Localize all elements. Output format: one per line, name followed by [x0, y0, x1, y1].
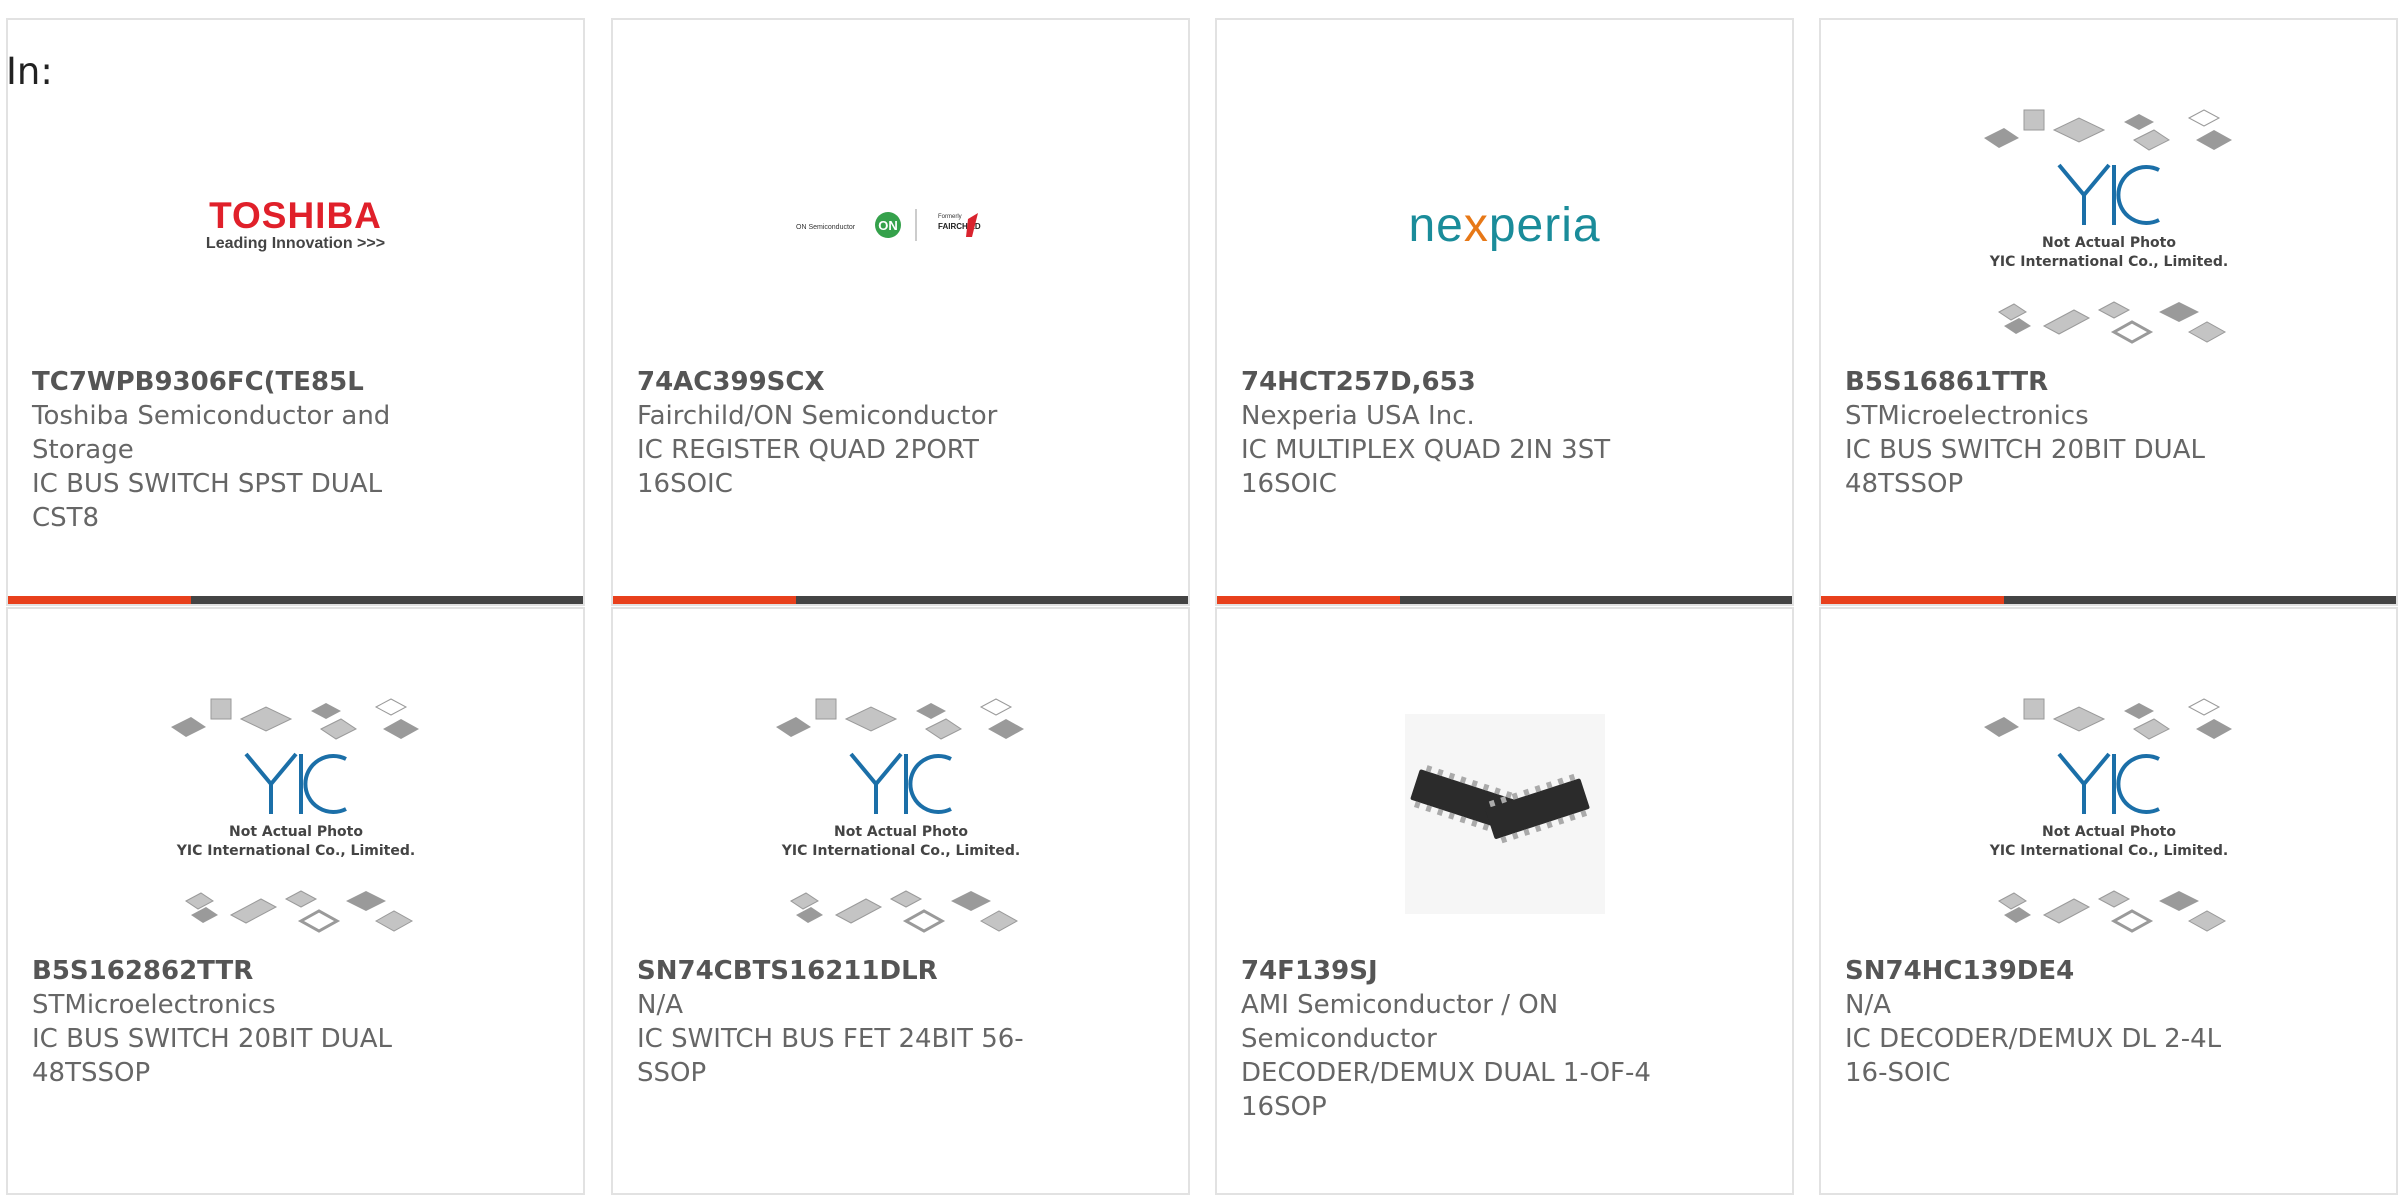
svg-text:Not Actual Photo: Not Actual Photo: [834, 824, 968, 840]
description: IC BUS SWITCH 20BIT DUAL 48TSSOP: [1845, 435, 2205, 499]
part-number[interactable]: B5S16861TTR: [1845, 365, 2265, 399]
product-card[interactable]: Not Actual Photo YIC International Co., L…: [6, 607, 585, 1195]
card-bar: [613, 596, 1188, 604]
description: IC REGISTER QUAD 2PORT 16SOIC: [637, 435, 979, 499]
manufacturer: STMicroelectronics: [1845, 401, 2089, 431]
part-number[interactable]: TC7WPB9306FC(TE85L: [32, 365, 452, 399]
card-bar: [8, 596, 583, 604]
manufacturer: AMI Semiconductor / ON Semiconductor: [1241, 990, 1559, 1054]
svg-text:Not Actual Photo: Not Actual Photo: [2042, 235, 2176, 251]
placeholder-image: Not Actual Photo YIC International Co., L…: [1983, 109, 2232, 344]
description: DECODER/DEMUX DUAL 1-OF-4 16SOP: [1241, 1058, 1651, 1122]
description: IC BUS SWITCH SPST DUAL CST8: [32, 469, 383, 533]
part-number[interactable]: B5S162862TTR: [32, 954, 452, 988]
product-card[interactable]: Not Actual Photo YIC International Co., L…: [1819, 18, 2398, 606]
manufacturer: STMicroelectronics: [32, 990, 276, 1020]
part-number[interactable]: 74F139SJ: [1241, 954, 1661, 988]
svg-text:YIC International Co., Limited: YIC International Co., Limited.: [1988, 254, 2227, 270]
description: IC DECODER/DEMUX DL 2-4L 16-SOIC: [1845, 1024, 2222, 1088]
in-label: In:: [6, 50, 53, 93]
svg-text:YIC International Co., Limited: YIC International Co., Limited.: [780, 843, 1019, 859]
product-card[interactable]: TOSHIBA Leading Innovation >>> TC7WPB930…: [6, 18, 585, 606]
description: IC SWITCH BUS FET 24BIT 56-SSOP: [637, 1024, 1024, 1088]
product-image[interactable]: ON Semiconductor ON Formerly FAIRCHILD: [613, 90, 1188, 360]
product-image[interactable]: [1217, 679, 1792, 949]
part-number[interactable]: SN74CBTS16211DLR: [637, 954, 1057, 988]
placeholder-image: Not Actual Photo YIC International Co., L…: [170, 698, 419, 933]
product-card[interactable]: 74F139SJ AMI Semiconductor / ON Semicond…: [1215, 607, 1794, 1195]
toshiba-logo: TOSHIBA Leading Innovation >>>: [205, 195, 386, 253]
product-image[interactable]: Not Actual Photo YIC International Co., L…: [1821, 679, 2396, 949]
product-image[interactable]: TOSHIBA Leading Innovation >>>: [8, 90, 583, 360]
manufacturer: Fairchild/ON Semiconductor: [637, 401, 998, 431]
product-image[interactable]: Not Actual Photo YIC International Co., L…: [613, 679, 1188, 949]
placeholder-image: Not Actual Photo YIC International Co., L…: [775, 698, 1024, 933]
card-bar: [1217, 596, 1792, 604]
product-card[interactable]: Not Actual Photo YIC International Co., L…: [611, 607, 1190, 1195]
svg-text:Not Actual Photo: Not Actual Photo: [2042, 824, 2176, 840]
svg-text:ON: ON: [878, 218, 898, 233]
part-number[interactable]: 74HCT257D,653: [1241, 365, 1661, 399]
manufacturer: Toshiba Semiconductor and Storage: [32, 401, 391, 465]
manufacturer: N/A: [1845, 990, 1891, 1020]
part-number[interactable]: 74AC399SCX: [637, 365, 1057, 399]
placeholder-image: Not Actual Photo YIC International Co., L…: [1983, 698, 2232, 933]
product-card[interactable]: nexperia 74HCT257D,653 Nexperia USA Inc.…: [1215, 18, 1794, 606]
card-bar: [1821, 596, 2396, 604]
manufacturer: Nexperia USA Inc.: [1241, 401, 1475, 431]
manufacturer: N/A: [637, 990, 683, 1020]
svg-text:Not Actual Photo: Not Actual Photo: [229, 824, 363, 840]
product-image[interactable]: nexperia: [1217, 90, 1792, 360]
product-card[interactable]: ON Semiconductor ON Formerly FAIRCHILD 7…: [611, 18, 1190, 606]
chip-photo: [1404, 714, 1605, 914]
description: IC BUS SWITCH 20BIT DUAL 48TSSOP: [32, 1024, 392, 1088]
description: IC MULTIPLEX QUAD 2IN 3ST 16SOIC: [1241, 435, 1611, 499]
onsemi-fairchild-logo: ON Semiconductor ON Formerly FAIRCHILD: [796, 209, 980, 241]
nexperia-logo: nexperia: [1408, 198, 1601, 252]
svg-text:ON Semiconductor: ON Semiconductor: [796, 224, 856, 231]
svg-text:Formerly: Formerly: [938, 214, 962, 220]
svg-text:YIC International Co., Limited: YIC International Co., Limited.: [1988, 843, 2227, 859]
svg-text:YIC International Co., Limited: YIC International Co., Limited.: [175, 843, 414, 859]
part-number[interactable]: SN74HC139DE4: [1845, 954, 2265, 988]
product-image[interactable]: Not Actual Photo YIC International Co., L…: [8, 679, 583, 949]
product-image[interactable]: Not Actual Photo YIC International Co., L…: [1821, 90, 2396, 360]
product-card[interactable]: Not Actual Photo YIC International Co., L…: [1819, 607, 2398, 1195]
